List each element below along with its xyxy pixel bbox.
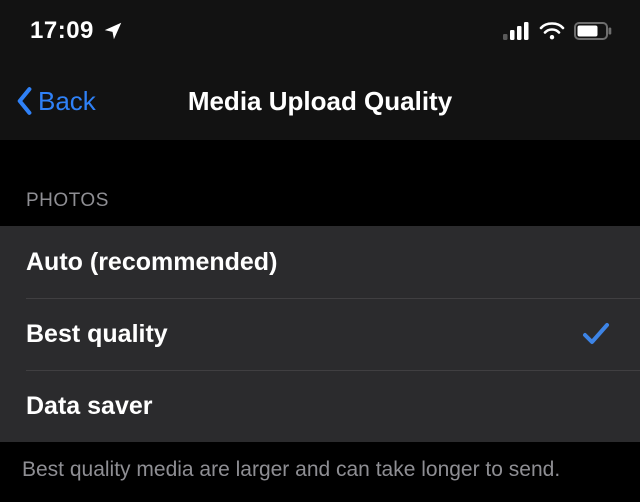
option-label-auto: Auto (recommended): [26, 248, 277, 277]
header-gap: [0, 140, 640, 170]
chevron-left-icon: [14, 86, 34, 116]
options-list: Auto (recommended) Best quality Data sav…: [0, 226, 640, 442]
option-best-quality[interactable]: Best quality: [0, 298, 640, 370]
status-right: [503, 21, 612, 41]
checkmark-icon: [582, 321, 610, 347]
cellular-signal-icon: [503, 22, 530, 40]
option-label-saver: Data saver: [26, 392, 152, 421]
wifi-icon: [539, 21, 565, 41]
location-arrow-icon: [102, 20, 124, 42]
option-label-best: Best quality: [26, 320, 168, 349]
section-header-photos: PHOTOS: [0, 170, 640, 226]
status-left: 17:09: [30, 17, 124, 45]
status-bar: 17:09: [0, 0, 640, 62]
page-title: Media Upload Quality: [188, 86, 452, 117]
navigation-bar: Back Media Upload Quality: [0, 62, 640, 140]
back-button[interactable]: Back: [0, 86, 96, 117]
option-data-saver[interactable]: Data saver: [0, 370, 640, 442]
back-label: Back: [38, 86, 96, 117]
footer-note: Best quality media are larger and can ta…: [0, 442, 640, 482]
battery-icon: [574, 22, 612, 40]
option-auto[interactable]: Auto (recommended): [0, 226, 640, 298]
clock: 17:09: [30, 17, 94, 45]
